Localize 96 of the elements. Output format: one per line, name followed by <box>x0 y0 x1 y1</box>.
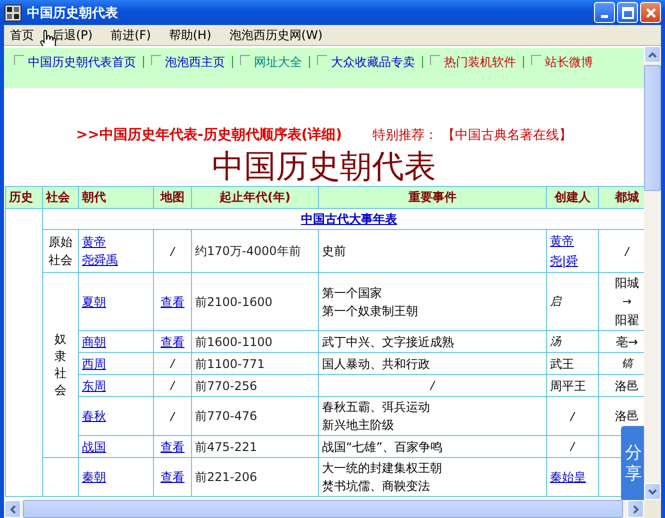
table-cell: 亳→ <box>616 334 638 348</box>
table-cell: 战国“七雄”、百家争鸣 <box>322 440 442 454</box>
image-placeholder-icon <box>240 55 250 65</box>
table-cell: 国人暴动、共和行政 <box>322 356 430 370</box>
column-header: 创建人 <box>546 186 598 208</box>
table-cell: 春秋五霸、弭兵运动 <box>322 400 430 414</box>
image-placeholder-icon <box>151 55 161 65</box>
scrollbar-thumb[interactable] <box>644 65 661 191</box>
recommend-label: 特别推荐： <box>372 128 438 143</box>
chevron-right-icon <box>632 504 638 514</box>
share-button[interactable]: 分享 <box>621 426 644 500</box>
table-cell: → <box>622 295 632 308</box>
maximize-icon <box>622 6 634 18</box>
founder-link[interactable]: 黄帝 <box>550 234 574 248</box>
nav-link[interactable]: 站长微博 <box>545 54 593 71</box>
table-cell: 启 <box>550 295 561 308</box>
table-cell: 约170万-4000年前 <box>195 244 301 258</box>
society-label: 原始社会 <box>48 234 74 269</box>
table-cell: 前770-256 <box>195 378 258 392</box>
table-cell: 周平王 <box>550 378 586 392</box>
image-placeholder-icon <box>531 55 541 65</box>
table-cell: / <box>170 244 174 258</box>
nav-link[interactable]: 网址大全 <box>254 54 302 71</box>
recommend-link[interactable]: 【中国古典名著在线】 <box>442 128 572 143</box>
chevron-up-icon <box>648 52 657 58</box>
scroll-down-button[interactable] <box>644 483 661 500</box>
nav-link[interactable]: 大众收藏品专卖 <box>331 54 415 71</box>
dynasty-link[interactable]: 春秋 <box>82 409 106 423</box>
table-cell: / <box>430 379 434 392</box>
menu-item[interactable]: 泡泡西历史网(W) <box>229 26 322 44</box>
table-cell: / <box>570 410 574 422</box>
chevron-left-icon <box>10 504 16 514</box>
dynasty-link[interactable]: 黄帝 <box>82 235 106 249</box>
table-cell: / <box>170 357 174 370</box>
table-cell: 阳城 <box>615 276 639 290</box>
table-cell: 史前 <box>322 244 346 258</box>
table-cell: 汤 <box>550 335 561 348</box>
map-link[interactable]: 查看 <box>160 294 184 308</box>
heading-link[interactable]: >>中国历史年代表-历史朝代顺序表(详细) <box>76 127 342 143</box>
dynasty-link[interactable]: 夏朝 <box>82 294 106 308</box>
column-header: 重要事件 <box>318 186 546 208</box>
chevron-down-icon <box>648 488 657 494</box>
table-cell: 前770-476 <box>195 409 258 423</box>
table-cell: / <box>170 410 174 422</box>
table-cell: 前2100-1600 <box>195 294 272 308</box>
section-link[interactable]: 中国古代大事年表 <box>301 212 397 226</box>
column-header: 起止年代(年) <box>192 186 318 208</box>
table-cell: 前1600-1100 <box>195 334 272 348</box>
table-cell: 武丁中兴、文字接近成熟 <box>322 334 454 348</box>
maximize-button[interactable] <box>617 2 638 23</box>
table-cell: 大一统的封建集权王朝 <box>322 461 442 475</box>
table-cell: 阳翟 <box>615 313 639 327</box>
menu-item[interactable]: 帮助(H) <box>168 26 212 44</box>
table-cell: 第一个国家 <box>322 286 382 300</box>
nav-link[interactable]: 中国历史朝代表首页 <box>28 54 136 71</box>
close-button[interactable] <box>640 2 661 23</box>
image-placeholder-icon <box>317 55 327 65</box>
table-cell: 前221-206 <box>195 470 258 484</box>
table-cell: 洛邑 <box>615 409 639 423</box>
column-header: 社会 <box>42 186 78 208</box>
app-icon <box>4 4 22 22</box>
scroll-left-button[interactable] <box>4 500 21 518</box>
table-cell: / <box>625 244 629 258</box>
table-cell: / <box>170 379 174 392</box>
table-cell: 前1100-771 <box>195 356 265 370</box>
table-cell: 新兴地主阶级 <box>322 418 394 432</box>
minimize-button[interactable] <box>594 2 615 23</box>
founder-link[interactable]: 尧|舜 <box>550 254 578 268</box>
close-icon <box>644 6 656 18</box>
scrollbar-corner <box>644 500 661 518</box>
table-cell: 前475-221 <box>195 440 258 454</box>
dynasty-link[interactable]: 秦朝 <box>82 470 106 484</box>
minimize-icon <box>601 14 608 18</box>
scroll-up-button[interactable] <box>644 46 661 63</box>
page-title: 中国历史朝代表 <box>211 146 437 186</box>
window-title: 中国历史朝代表 <box>27 4 118 22</box>
table-cell: / <box>570 440 574 453</box>
column-header: 地图 <box>154 186 192 208</box>
table-cell: 焚书坑儒、商鞅变法 <box>322 479 430 493</box>
menu-item[interactable]: 前进(F) <box>110 26 151 44</box>
scroll-right-button[interactable] <box>627 500 644 518</box>
table-cell: 镐 <box>622 357 632 370</box>
vertical-scrollbar[interactable] <box>644 46 661 500</box>
menu-item[interactable]: 首页 <box>10 26 34 44</box>
table-cell: 武王 <box>550 356 574 370</box>
column-header: 都城 <box>598 186 644 208</box>
nav-link[interactable]: 泡泡西主页 <box>165 54 225 71</box>
image-placeholder-icon <box>14 55 24 65</box>
dynasty-link[interactable]: 尧舜禹 <box>82 253 118 267</box>
column-header: 历史 <box>6 186 42 208</box>
nav-link[interactable]: 热门装机软件 <box>444 54 516 71</box>
table-cell: 第一个奴隶制王朝 <box>322 304 418 318</box>
society-label: 奴隶社会 <box>54 331 66 398</box>
image-placeholder-icon <box>430 55 440 65</box>
column-header: 朝代 <box>78 186 154 208</box>
table-cell: 洛邑 <box>615 378 639 392</box>
